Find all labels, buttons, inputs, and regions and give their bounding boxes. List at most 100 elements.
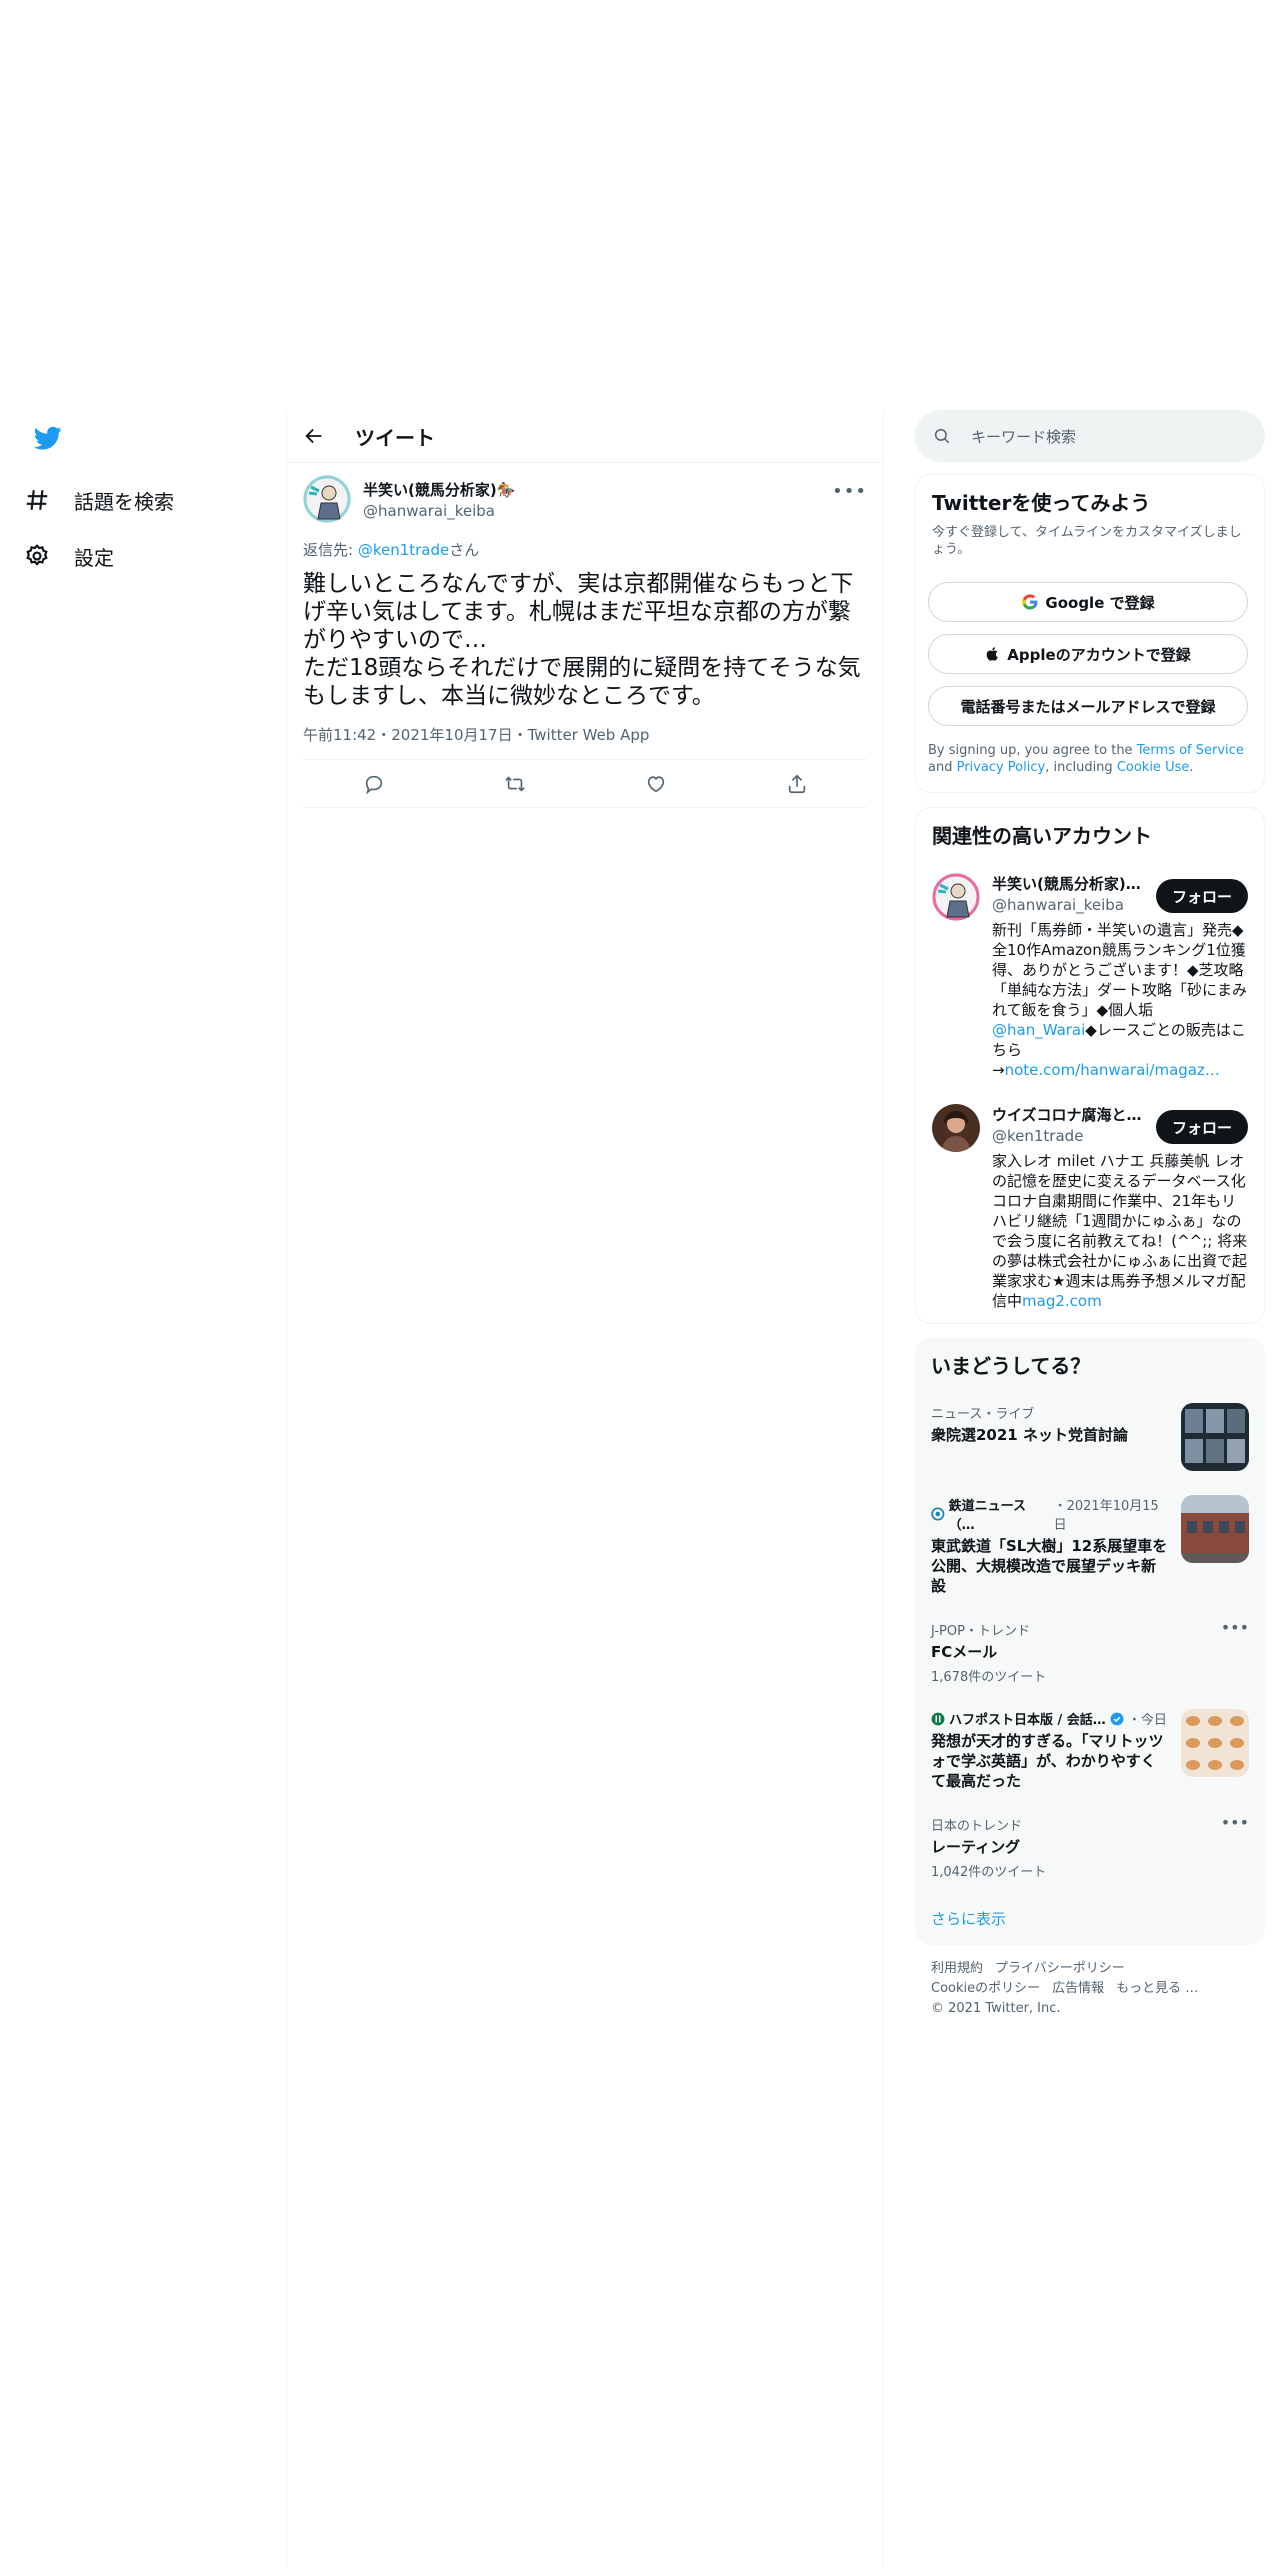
gear-icon	[26, 544, 48, 566]
author-avatar[interactable]	[303, 475, 351, 523]
nav-settings[interactable]: 設定	[24, 530, 114, 582]
trend-item[interactable]: ハフポスト日本版 / 会話… ・今日 発想が天才的すぎる。「マリトッツォで学ぶ英…	[915, 1697, 1265, 1803]
footer-privacy-link[interactable]: プライバシーポリシー	[995, 1961, 1125, 1976]
account-avatar[interactable]	[932, 1104, 980, 1152]
trend-date: ・2021年10月15日	[1053, 1499, 1159, 1533]
trend-item[interactable]: 日本のトレンド レーティング 1,042件のツイート •••	[915, 1803, 1265, 1892]
trend-thumbnail-image	[1181, 1709, 1249, 1777]
back-arrow-icon[interactable]	[303, 425, 325, 447]
trend-title: FCメール	[931, 1643, 998, 1661]
legal-text-3: , including	[1045, 760, 1117, 775]
account-bio-link-2[interactable]: note.com/hanwarai/magaz…	[1005, 1061, 1220, 1079]
trend-source: ハフポスト日本版 / 会話… ・今日	[931, 1709, 1169, 1728]
terms-link[interactable]: Terms of Service	[1137, 743, 1244, 758]
verified-badge-icon	[1110, 1712, 1124, 1725]
signup-title: Twitterを使ってみよう	[932, 491, 1151, 515]
signup-subtitle: 今すぐ登録して、タイムラインをカスタマイズしましょう。	[932, 525, 1242, 557]
trend-category: ニュース・ライブ	[931, 1407, 1035, 1422]
signup-legal-text: By signing up, you agree to the Terms of…	[916, 726, 1264, 792]
trend-count: 1,678件のツイート	[931, 1670, 1047, 1685]
account-bio-link[interactable]: @han_Warai	[992, 1021, 1085, 1039]
more-options-icon[interactable]: •••	[832, 481, 867, 502]
related-accounts-card: 関連性の高いアカウント 半笑い(競馬分析家)🏇 @hanwarai_keiba …	[915, 807, 1265, 1324]
footer-ads-link[interactable]: 広告情報	[1052, 1981, 1104, 1996]
author-name[interactable]: 半笑い(競馬分析家)🏇	[363, 479, 515, 500]
account-bio-text: 家入レオ milet ハナエ 兵藤美帆 レオの記憶を歴史に変えるデータベース化 …	[992, 1152, 1248, 1310]
account-avatar-image	[932, 873, 980, 921]
search-icon	[934, 428, 950, 444]
trend-source: 鉄道ニュース（… ・2021年10月15日	[931, 1495, 1169, 1533]
tweet-timestamp[interactable]: 午前11:42・2021年10月17日・Twitter Web App	[303, 724, 867, 760]
trend-item[interactable]: ニュース・ライブ 衆院選2021 ネット党首討論	[915, 1391, 1265, 1483]
trend-source-name: ハフポスト日本版 / 会話…	[949, 1713, 1106, 1728]
trend-thumbnail	[1181, 1709, 1249, 1777]
main-column: ツイート 半笑い(競馬分析家)🏇 @hanwarai_keiba ••• 返信先…	[286, 410, 884, 2568]
google-signup-label: Google で登録	[1045, 593, 1155, 612]
trend-category: J-POP・トレンド	[931, 1624, 1030, 1639]
footer-more-link[interactable]: もっと見る …	[1116, 1981, 1198, 1996]
account-bio-link[interactable]: mag2.com	[1022, 1292, 1102, 1310]
reply-to-suffix: さん	[449, 541, 480, 559]
footer-cookie-link[interactable]: Cookieのポリシー	[931, 1981, 1040, 1996]
reply-to-prefix: 返信先:	[303, 541, 358, 559]
tweet-text: 難しいところなんですが、実は京都開催ならもっと下げ辛い気はしてます。札幌はまだ平…	[303, 571, 861, 709]
trend-title: レーティング	[931, 1838, 1021, 1856]
trend-item[interactable]: 鉄道ニュース（… ・2021年10月15日 東武鉄道「SL大樹」12系展望車を公開…	[915, 1483, 1265, 1608]
related-account-item[interactable]: 半笑い(競馬分析家)🏇 @hanwarai_keiba 新刊「馬券師・半笑いの遺…	[916, 861, 1264, 1092]
right-sidebar: キーワード検索 Twitterを使ってみよう 今すぐ登録して、タイムラインをカス…	[915, 410, 1265, 2033]
cookie-link[interactable]: Cookie Use	[1117, 760, 1190, 775]
follow-button[interactable]: フォロー	[1156, 879, 1248, 913]
tweet-actions	[303, 760, 867, 808]
reply-icon[interactable]	[363, 773, 385, 795]
footer-terms-link[interactable]: 利用規約	[931, 1961, 983, 1976]
hashtag-icon	[26, 490, 48, 510]
reply-to-line: 返信先: @ken1tradeさん	[303, 539, 867, 560]
account-name[interactable]: ウイズコロナ腐海と…	[992, 1104, 1142, 1125]
like-icon[interactable]	[645, 773, 667, 795]
trend-source-name: 鉄道ニュース（…	[948, 1499, 1027, 1533]
more-options-icon[interactable]: •••	[1221, 1618, 1249, 1637]
author-handle[interactable]: @hanwarai_keiba	[363, 502, 515, 520]
trends-title: いまどうしてる？	[931, 1354, 1091, 1378]
trend-thumbnail	[1181, 1495, 1249, 1563]
account-avatar[interactable]	[932, 873, 980, 921]
more-options-icon[interactable]: •••	[1221, 1813, 1249, 1832]
trends-card: いまどうしてる？ ニュース・ライブ 衆院選2021 ネット党首討論 鉄道ニュース…	[915, 1338, 1265, 1945]
main-header: ツイート	[287, 410, 883, 463]
share-icon[interactable]	[786, 773, 808, 795]
legal-text-4: .	[1189, 760, 1194, 775]
trend-title: 発想が天才的すぎる。「マリトッツォで学ぶ英語」が、わかりやすくて最高だった	[931, 1732, 1164, 1790]
phone-email-signup-button[interactable]: 電話番号またはメールアドレスで登録	[928, 686, 1248, 726]
trend-item[interactable]: J-POP・トレンド FCメール 1,678件のツイート •••	[915, 1608, 1265, 1697]
news-source-icon	[931, 1507, 945, 1521]
trend-date: ・今日	[1127, 1713, 1167, 1728]
search-bar[interactable]: キーワード検索	[915, 410, 1265, 462]
account-bio-text: 新刊「馬券師・半笑いの遺言」発売◆全10作Amazon競馬ランキング1位獲得、あ…	[992, 921, 1248, 1019]
show-more-link[interactable]: さらに表示	[915, 1892, 1265, 1945]
twitter-logo-icon[interactable]	[32, 424, 64, 452]
google-signup-button[interactable]: Google で登録	[928, 582, 1248, 622]
apple-icon	[986, 647, 999, 661]
nav-explore[interactable]: 話題を検索	[24, 474, 174, 526]
follow-button[interactable]: フォロー	[1156, 1110, 1248, 1144]
apple-signup-label: Appleのアカウントで登録	[1007, 645, 1191, 664]
privacy-link[interactable]: Privacy Policy	[957, 760, 1046, 775]
apple-signup-button[interactable]: Appleのアカウントで登録	[928, 634, 1248, 674]
author-avatar-image	[303, 475, 351, 523]
signup-card: Twitterを使ってみよう 今すぐ登録して、タイムラインをカスタマイズしましょ…	[915, 474, 1265, 793]
trend-thumbnail	[1181, 1403, 1249, 1471]
trend-title: 衆院選2021 ネット党首討論	[931, 1426, 1128, 1444]
reply-to-handle-link[interactable]: @ken1trade	[358, 541, 449, 559]
account-avatar-image	[932, 1104, 980, 1152]
account-name[interactable]: 半笑い(競馬分析家)🏇	[992, 873, 1142, 894]
search-input[interactable]: キーワード検索	[971, 426, 1076, 447]
page-title: ツイート	[355, 425, 435, 450]
trend-count: 1,042件のツイート	[931, 1865, 1047, 1880]
copyright: © 2021 Twitter, Inc.	[931, 2001, 1061, 2016]
related-account-item[interactable]: ウイズコロナ腐海と… @ken1trade 家入レオ milet ハナエ 兵藤美…	[916, 1092, 1264, 1323]
account-bio: 新刊「馬券師・半笑いの遺言」発売◆全10作Amazon競馬ランキング1位獲得、あ…	[992, 920, 1248, 1080]
retweet-icon[interactable]	[504, 773, 526, 795]
google-icon	[1022, 594, 1038, 610]
legal-text-1: By signing up, you agree to the	[928, 743, 1137, 758]
trend-category: 日本のトレンド	[931, 1819, 1023, 1834]
